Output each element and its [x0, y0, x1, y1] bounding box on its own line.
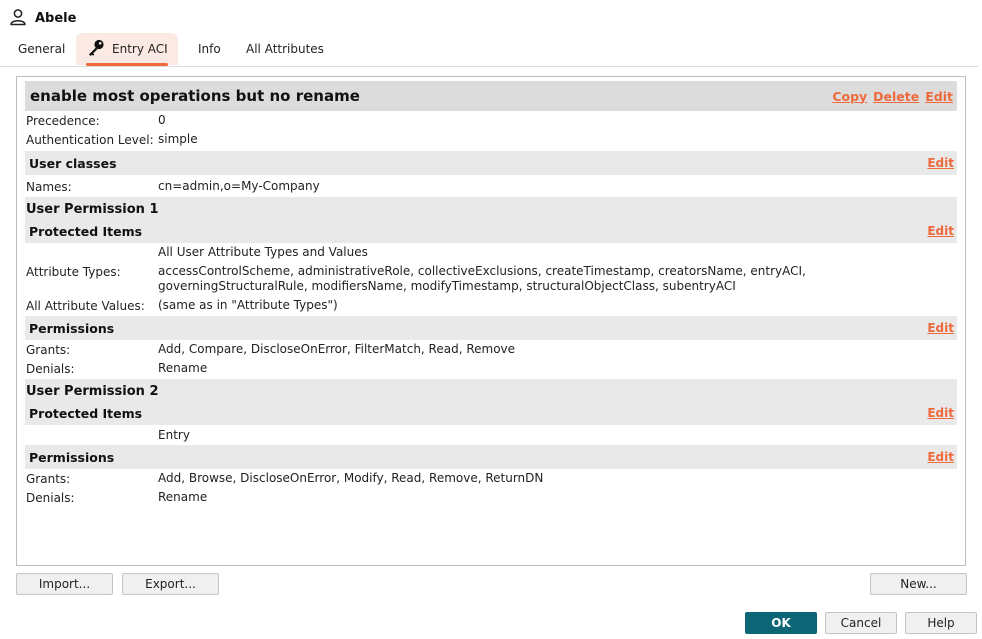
all-attribute-values-value: (same as in "Attribute Types")	[158, 298, 338, 312]
denials-value: Rename	[158, 361, 208, 375]
tab-label: Info	[198, 42, 221, 56]
delete-link[interactable]: Delete	[873, 89, 919, 104]
tab-general[interactable]: General	[18, 33, 65, 65]
user-icon	[9, 8, 27, 29]
tab-info[interactable]: Info	[198, 33, 221, 65]
tab-label: All Attributes	[246, 42, 324, 56]
tab-bar: General Entry ACI Info All Attributes	[0, 33, 978, 67]
cancel-button[interactable]: Cancel	[825, 612, 897, 634]
section-title: User Permission 2	[26, 383, 159, 399]
precedence-value: 0	[158, 113, 166, 127]
entry-value: Entry	[158, 428, 190, 442]
protected-items-section: Protected Items Edit	[25, 401, 957, 425]
aci-panel[interactable]: enable most operations but no rename Cop…	[16, 76, 966, 566]
ok-button[interactable]: OK	[745, 612, 817, 634]
window-title: Abele	[35, 10, 77, 26]
tab-entry-aci[interactable]: Entry ACI	[76, 33, 178, 66]
aci-item-name: enable most operations but no rename	[30, 87, 360, 105]
edit-protected-items-link[interactable]: Edit	[927, 224, 954, 238]
section-title: Permissions	[29, 449, 115, 465]
grants-label: Grants:	[26, 343, 71, 357]
aci-item-actions: Copy Delete Edit	[832, 89, 953, 104]
attribute-types-value-line1: accessControlScheme, administrativeRole,…	[158, 264, 806, 278]
aci-item-header[interactable]: enable most operations but no rename Cop…	[25, 81, 957, 111]
help-button[interactable]: Help	[905, 612, 977, 634]
section-title: User Permission 1	[26, 201, 159, 217]
denials-label: Denials:	[26, 491, 75, 505]
section-title: Protected Items	[29, 223, 143, 239]
edit-aci-link[interactable]: Edit	[925, 89, 953, 104]
protected-items-section: Protected Items Edit	[25, 219, 957, 243]
user-classes-section: User classes Edit	[25, 151, 957, 175]
edit-permissions-link[interactable]: Edit	[927, 321, 954, 335]
grants-label: Grants:	[26, 472, 71, 486]
edit-protected-items-link[interactable]: Edit	[927, 406, 954, 420]
auth-level-value: simple	[158, 132, 198, 146]
attribute-types-label: Attribute Types:	[26, 265, 121, 279]
section-title: Protected Items	[29, 405, 143, 421]
auth-level-label: Authentication Level:	[26, 133, 154, 147]
permissions-section: Permissions Edit	[25, 316, 957, 340]
grants-value: Add, Browse, DiscloseOnError, Modify, Re…	[158, 471, 544, 485]
section-title: User classes	[29, 155, 117, 171]
names-label: Names:	[26, 180, 72, 194]
window-title-bar: Abele	[9, 8, 76, 28]
edit-user-classes-link[interactable]: Edit	[927, 156, 954, 170]
denials-label: Denials:	[26, 362, 75, 376]
tab-label: General	[18, 42, 66, 56]
tab-all-attributes[interactable]: All Attributes	[246, 33, 324, 65]
tab-label: Entry ACI	[112, 42, 168, 56]
new-button[interactable]: New...	[870, 573, 967, 595]
denials-value: Rename	[158, 490, 208, 504]
import-button[interactable]: Import...	[16, 573, 113, 595]
permissions-section: Permissions Edit	[25, 445, 957, 469]
edit-permissions-link[interactable]: Edit	[927, 450, 954, 464]
key-icon	[86, 38, 106, 61]
attribute-types-value-line2: governingStructuralRule, modifiersName, …	[158, 279, 736, 293]
precedence-label: Precedence:	[26, 114, 100, 128]
user-permission-1-header: User Permission 1	[25, 197, 957, 221]
all-attribute-values-label: All Attribute Values:	[26, 299, 145, 313]
copy-link[interactable]: Copy	[832, 89, 867, 104]
section-title: Permissions	[29, 320, 115, 336]
names-value: cn=admin,o=My-Company	[158, 179, 320, 193]
grants-value: Add, Compare, DiscloseOnError, FilterMat…	[158, 342, 516, 356]
all-user-attributes-value: All User Attribute Types and Values	[158, 245, 368, 259]
export-button[interactable]: Export...	[122, 573, 219, 595]
user-permission-2-header: User Permission 2	[25, 379, 957, 403]
